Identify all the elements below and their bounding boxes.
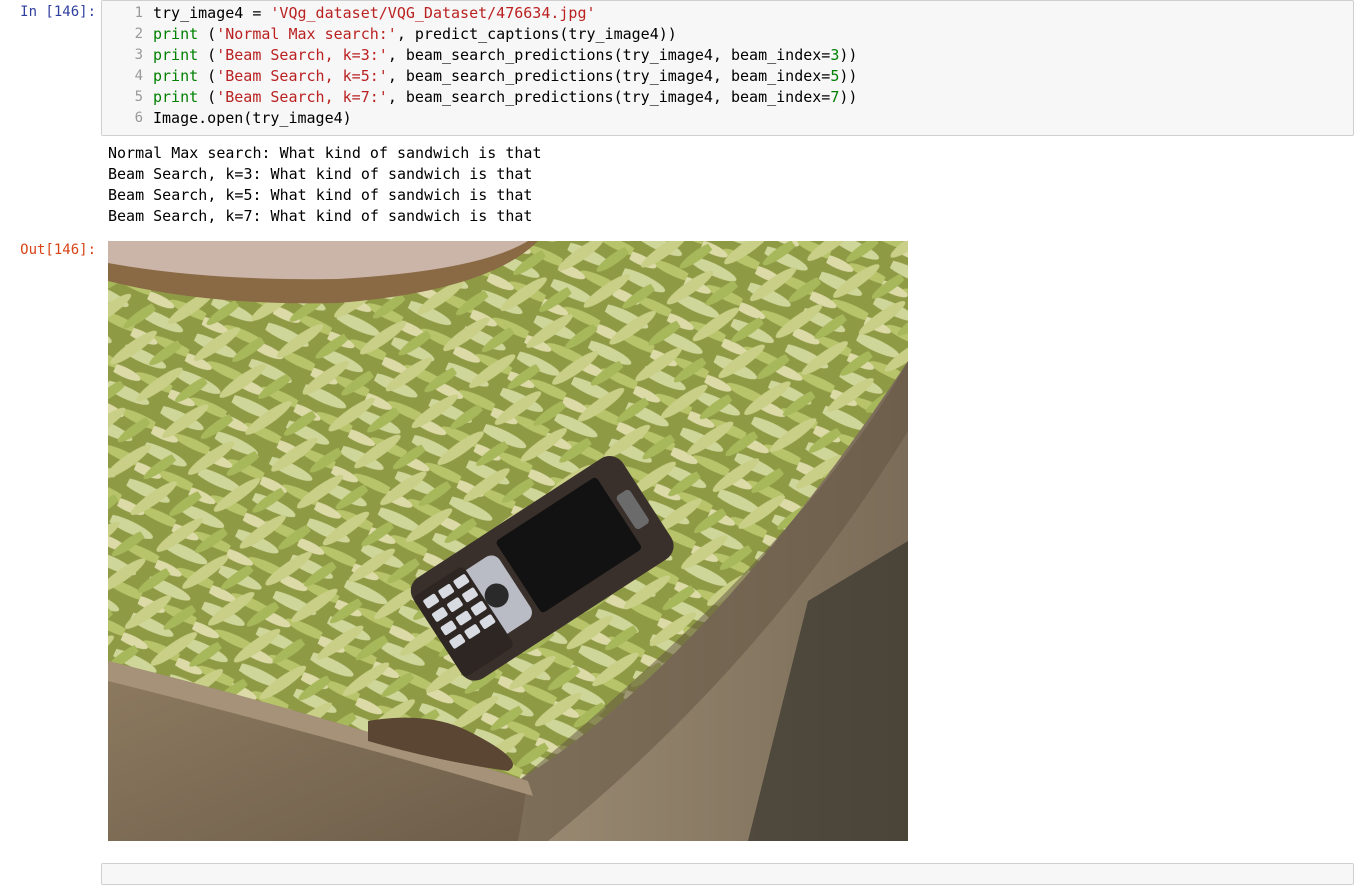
next-code-cell[interactable]: [101, 863, 1354, 885]
code-text: Image.open(try_image4): [153, 109, 352, 127]
code-text: print ('Normal Max search:', predict_cap…: [153, 25, 677, 43]
stdout-line: Normal Max search: What kind of sandwich…: [108, 144, 542, 162]
code-text: print ('Beam Search, k=5:', beam_search_…: [153, 67, 858, 85]
code-text: print ('Beam Search, k=3:', beam_search_…: [153, 46, 858, 64]
input-prompt: In [146]:: [20, 4, 96, 20]
code-text: print ('Beam Search, k=7:', beam_search_…: [153, 88, 858, 106]
line-number: 3: [134, 47, 143, 63]
line-number: 2: [134, 26, 143, 42]
line-number: 4: [134, 68, 143, 84]
line-number: 6: [134, 110, 143, 126]
line-number: 5: [134, 89, 143, 105]
output-prompt: Out[146]:: [20, 242, 96, 258]
stdout-line: Beam Search, k=3: What kind of sandwich …: [108, 165, 533, 183]
output-image: [108, 241, 908, 841]
line-number: 1: [134, 5, 143, 21]
code-editor[interactable]: 1 try_image4 = 'VQg_dataset/VQG_Dataset/4…: [101, 0, 1354, 136]
code-text: try_image4 = 'VQg_dataset/VQG_Dataset/47…: [153, 4, 596, 22]
stdout-line: Beam Search, k=7: What kind of sandwich …: [108, 207, 533, 225]
stdout-line: Beam Search, k=5: What kind of sandwich …: [108, 186, 533, 204]
